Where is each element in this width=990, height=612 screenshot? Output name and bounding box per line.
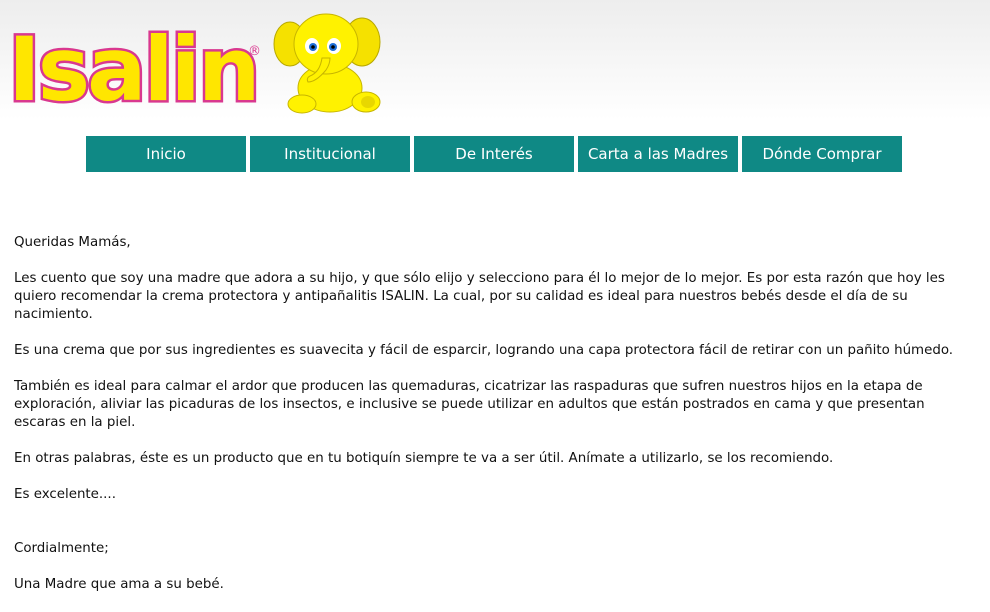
letter-paragraph: Es excelente.... [14, 487, 116, 502]
page-header: Isalin ® Inicio Institucional De Interés… [0, 0, 990, 180]
nav-item-inicio[interactable]: Inicio [86, 136, 246, 172]
letter-closing: Cordialmente; [14, 541, 109, 556]
letter-paragraph: Es una crema que por sus ingredientes es… [14, 343, 954, 358]
elephant-mascot-icon [273, 13, 381, 114]
nav-item-de-interes[interactable]: De Interés [414, 136, 574, 172]
main-nav: Inicio Institucional De Interés Carta a … [86, 136, 902, 172]
logo-text: Isalin [5, 17, 262, 122]
letter-content: Queridas Mamás, Les cuento que soy una m… [14, 234, 978, 612]
registered-mark: ® [248, 44, 261, 59]
letter-signature: Una Madre que ama a su bebé. [14, 577, 224, 592]
letter-greeting: Queridas Mamás, [14, 235, 131, 250]
letter-paragraph: Les cuento que soy una madre que adora a… [14, 271, 945, 322]
nav-item-carta-a-las-madres[interactable]: Carta a las Madres [578, 136, 738, 172]
letter-paragraph: En otras palabras, éste es un producto q… [14, 451, 834, 466]
nav-item-donde-comprar[interactable]: Dónde Comprar [742, 136, 902, 172]
letter-paragraph: También es ideal para calmar el ardor qu… [14, 379, 925, 430]
isalin-logo[interactable]: Isalin ® [5, 17, 262, 122]
nav-item-institucional[interactable]: Institucional [250, 136, 410, 172]
